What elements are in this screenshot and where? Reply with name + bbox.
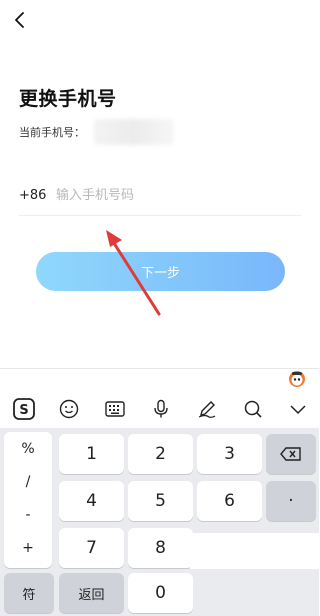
country-code[interactable]: +86 bbox=[19, 188, 46, 203]
digit-key[interactable]: 5 bbox=[128, 481, 193, 521]
svg-text:S: S bbox=[19, 403, 28, 418]
current-phone-label: 当前手机号： bbox=[19, 126, 85, 139]
microphone-icon[interactable] bbox=[150, 398, 172, 420]
handwriting-icon[interactable] bbox=[196, 398, 218, 420]
phone-input[interactable] bbox=[56, 184, 296, 206]
masked-phone-number bbox=[94, 119, 174, 145]
backspace-icon bbox=[280, 447, 301, 461]
digit-key[interactable]: 6 bbox=[197, 481, 262, 521]
dot-key[interactable]: · bbox=[266, 481, 316, 521]
digit-key[interactable]: 3 bbox=[197, 434, 262, 474]
keyboard-separator bbox=[0, 368, 319, 369]
search-icon[interactable] bbox=[242, 398, 264, 420]
digit-key[interactable]: 0 bbox=[128, 573, 193, 613]
next-step-button[interactable]: 下一步 bbox=[36, 252, 285, 291]
page-title: 更换手机号 bbox=[19, 88, 117, 110]
input-divider bbox=[19, 215, 301, 216]
digit-key[interactable]: 1 bbox=[59, 434, 124, 474]
digit-key[interactable]: 8 bbox=[128, 528, 193, 568]
sogou-logo-icon[interactable]: S bbox=[13, 398, 35, 420]
symbol-key[interactable]: / bbox=[4, 466, 52, 498]
symbol-key[interactable]: - bbox=[4, 499, 52, 531]
digit-key[interactable]: 4 bbox=[59, 481, 124, 521]
backspace-key[interactable] bbox=[266, 434, 316, 474]
back-chevron-icon[interactable] bbox=[10, 10, 30, 30]
obscured-area bbox=[190, 533, 319, 569]
digit-key[interactable]: 7 bbox=[59, 528, 124, 568]
mascot-icon[interactable] bbox=[288, 370, 306, 388]
emoji-icon[interactable] bbox=[58, 398, 80, 420]
return-key[interactable]: 返回 bbox=[59, 573, 124, 613]
chevron-down-icon[interactable] bbox=[287, 398, 309, 420]
symbol-key[interactable]: % bbox=[4, 433, 52, 465]
symbol-key[interactable]: + bbox=[4, 532, 52, 564]
keyboard-icon[interactable] bbox=[104, 398, 126, 420]
digit-key[interactable]: 2 bbox=[128, 434, 193, 474]
symbol-switch-key[interactable]: 符 bbox=[4, 573, 54, 613]
